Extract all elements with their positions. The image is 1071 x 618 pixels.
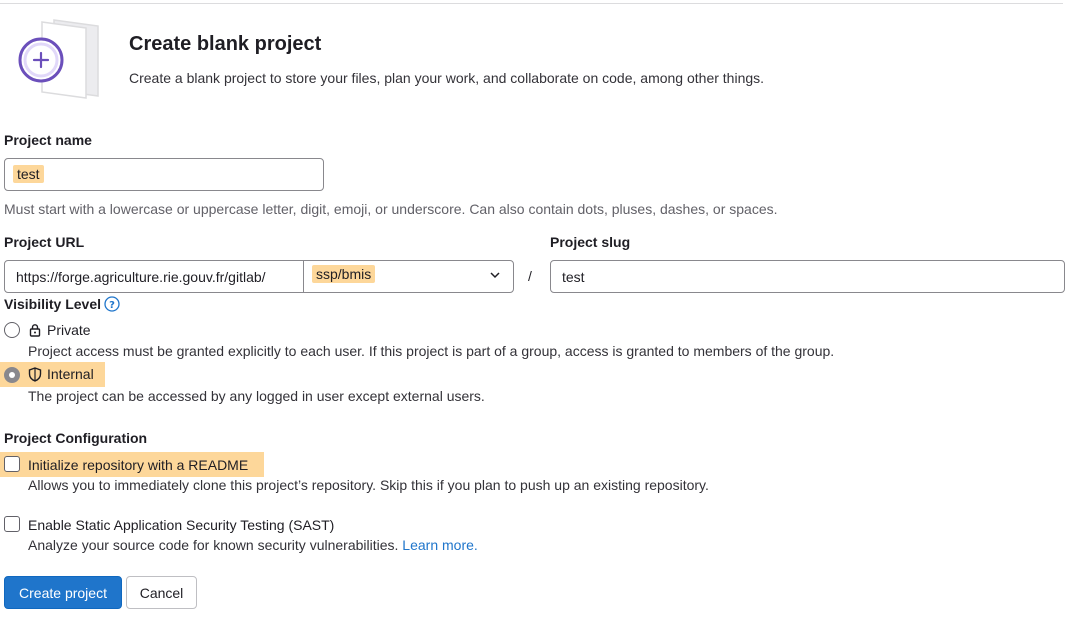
visibility-label: Visibility Level [4,296,102,312]
svg-text:?: ? [109,300,115,311]
sast-checkbox[interactable] [4,516,20,532]
namespace-select[interactable]: ssp/bmis [304,261,513,292]
new-project-illustration [18,19,99,99]
project-name-value: test [13,165,44,183]
question-circle-icon[interactable]: ? [104,296,120,312]
sast-description: Analyze your source code for known secur… [28,537,399,553]
shield-icon [28,366,42,382]
project-slug-input[interactable]: test [550,260,1065,293]
project-name-help: Must start with a lowercase or uppercase… [4,201,778,217]
visibility-internal-description: The project can be accessed by any logge… [28,388,485,404]
create-project-button[interactable]: Create project [4,576,122,609]
visibility-private-label: Private [47,322,91,338]
learn-more-link[interactable]: Learn more. [402,537,477,553]
readme-label[interactable]: Initialize repository with a README [28,457,248,473]
readme-checkbox[interactable] [4,456,20,472]
page-title: Create blank project [129,33,322,55]
visibility-internal-label: Internal [47,366,94,382]
namespace-value: ssp/bmis [312,265,376,283]
project-name-label: Project name [4,132,92,148]
visibility-private-description: Project access must be granted explicitl… [28,343,835,359]
visibility-internal-option[interactable]: Internal [28,366,94,382]
lock-icon [29,324,41,337]
project-url-group: https://forge.agriculture.rie.gouv.fr/gi… [4,260,514,293]
visibility-private-option[interactable]: Private [28,322,91,338]
project-name-input[interactable]: test [4,158,324,191]
visibility-internal-radio[interactable] [4,367,20,383]
visibility-label-row: Visibility Level ? [4,296,120,312]
top-divider [0,3,1063,4]
project-url-label: Project URL [4,234,85,250]
sast-description-row: Analyze your source code for known secur… [28,537,478,553]
sast-label[interactable]: Enable Static Application Security Testi… [28,517,334,533]
cancel-button[interactable]: Cancel [126,576,197,609]
url-prefix: https://forge.agriculture.rie.gouv.fr/gi… [5,261,304,292]
project-slug-label: Project slug [550,234,631,250]
visibility-private-radio[interactable] [4,322,20,338]
url-separator: / [528,268,532,284]
chevron-down-icon [490,272,500,279]
readme-description: Allows you to immediately clone this pro… [28,477,709,493]
page-subtitle: Create a blank project to store your fil… [129,70,765,86]
project-configuration-label: Project Configuration [4,430,148,446]
